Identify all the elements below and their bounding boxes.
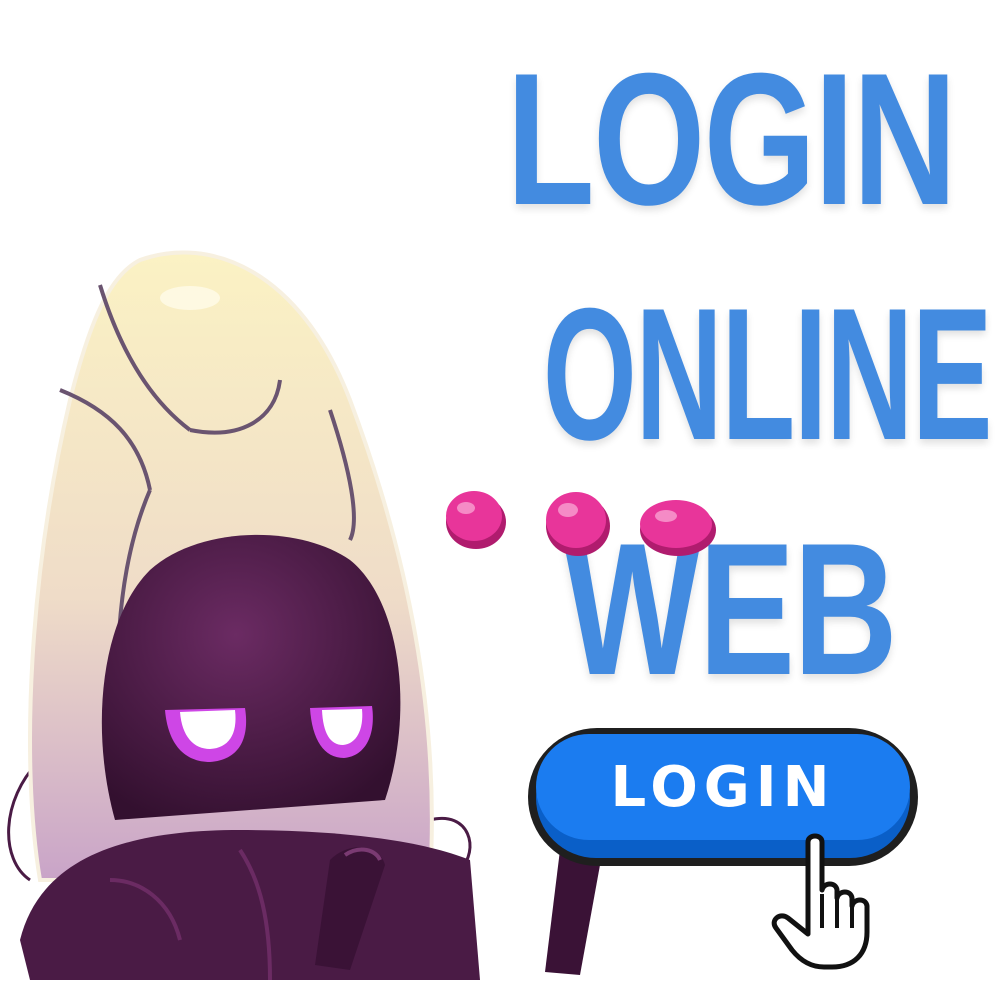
robot-mascot xyxy=(7,250,600,980)
robot-face xyxy=(101,534,401,820)
pink-dot xyxy=(640,500,716,556)
login-button-label: LOGIN xyxy=(610,754,836,820)
hand-pointer-icon xyxy=(771,833,870,970)
login-button-face: LOGIN xyxy=(536,734,910,840)
headline-line-1: LOGIN xyxy=(506,33,957,245)
